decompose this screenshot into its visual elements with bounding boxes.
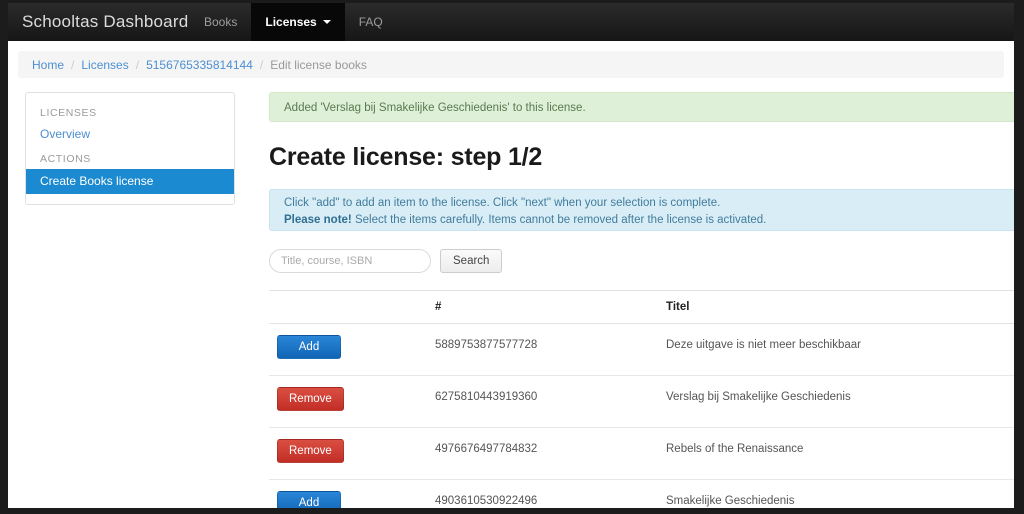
breadcrumb-separator: /	[135, 57, 140, 72]
book-title: Verslag bij Smakelijke Geschiedenis	[666, 391, 851, 403]
add-button[interactable]: Add	[277, 335, 341, 359]
table-row: Remove 6275810443919360 Verslag bij Smakel…	[269, 375, 1014, 428]
book-title: Deze uitgave is niet meer beschikbaar	[666, 339, 861, 351]
success-alert: Added 'Verslag bij Smakelijke Geschieden…	[269, 92, 1014, 122]
nav-item-faq[interactable]: FAQ	[345, 3, 397, 41]
breadcrumb-license-id[interactable]: 5156765335814144	[146, 58, 253, 72]
breadcrumb-home[interactable]: Home	[32, 58, 64, 72]
remove-button[interactable]: Remove	[277, 439, 344, 463]
breadcrumb-licenses[interactable]: Licenses	[81, 58, 128, 72]
sidebar: LICENSES Overview ACTIONS Create Books l…	[25, 92, 235, 205]
search-row: Search	[269, 249, 1014, 273]
success-alert-text: Added 'Verslag bij Smakelijke Geschieden…	[284, 102, 586, 114]
info-alert-line2: Select the items carefully. Items cannot…	[354, 214, 767, 226]
books-table-head: # Titel	[269, 290, 1014, 324]
chevron-down-icon	[322, 20, 331, 24]
breadcrumb-current: Edit license books	[270, 57, 367, 72]
books-table: # Titel Add 5889753877577728 Deze uitgave …	[269, 290, 1014, 508]
books-table-body: Add 5889753877577728 Deze uitgave is niet …	[269, 323, 1014, 508]
column-header-title: Titel	[658, 290, 1014, 324]
add-button[interactable]: Add	[277, 491, 341, 508]
breadcrumb-separator: /	[259, 57, 264, 72]
table-row: Remove 4976676497784832 Rebels of the Rena…	[269, 427, 1014, 480]
cell-action: Remove	[269, 427, 427, 480]
nav-item-books-label: Books	[204, 15, 238, 29]
cell-number: 6275810443919360	[427, 375, 658, 428]
column-header-action	[269, 290, 427, 324]
cell-action: Add	[269, 479, 427, 508]
cell-number: 5889753877577728	[427, 323, 658, 376]
nav-item-faq-label: FAQ	[358, 15, 383, 29]
cell-title: Verslag bij Smakelijke Geschiedenis	[658, 375, 1014, 428]
book-number: 5889753877577728	[435, 339, 538, 351]
breadcrumb-separator: /	[71, 57, 75, 72]
main-content: Added 'Verslag bij Smakelijke Geschieden…	[269, 92, 1014, 508]
nav-item-licenses-label: Licenses	[265, 15, 317, 29]
column-header-number: #	[427, 290, 658, 324]
sidebar-item-create-books-license[interactable]: Create Books license	[26, 169, 234, 194]
nav-item-books[interactable]: Books	[190, 3, 251, 41]
sidebar-section-actions: ACTIONS	[40, 153, 91, 165]
browser-frame: Schooltas Dashboard Books Licenses FAQ H…	[0, 0, 1024, 514]
breadcrumb: Home / Licenses / 5156765335814144 / Edi…	[18, 51, 1004, 78]
table-row: Add 5889753877577728 Deze uitgave is niet …	[269, 323, 1014, 376]
cell-action: Add	[269, 323, 427, 376]
top-navbar: Schooltas Dashboard Books Licenses FAQ	[8, 3, 1014, 41]
cell-number: 4903610530922496	[427, 479, 658, 508]
remove-button[interactable]: Remove	[277, 387, 344, 411]
cell-number: 4976676497784832	[427, 427, 658, 480]
search-input[interactable]	[269, 249, 431, 273]
info-alert: Click "add" to add an item to the licens…	[269, 189, 1014, 231]
book-number: 4903610530922496	[435, 495, 538, 507]
navbar-items: Books Licenses FAQ	[190, 3, 397, 41]
page-title: Create license: step 1/2	[269, 143, 543, 171]
book-number: 4976676497784832	[435, 443, 538, 455]
info-alert-note-label: Please note!	[284, 214, 352, 226]
book-title: Smakelijke Geschiedenis	[666, 495, 795, 507]
book-number: 6275810443919360	[435, 391, 538, 403]
brand-title[interactable]: Schooltas Dashboard	[22, 12, 188, 32]
page-viewport: Schooltas Dashboard Books Licenses FAQ H…	[8, 3, 1014, 508]
cell-title: Deze uitgave is niet meer beschikbaar	[658, 323, 1014, 376]
search-button[interactable]: Search	[440, 249, 503, 273]
info-alert-line2-wrap: Please note! Select the items carefully.…	[284, 212, 1014, 229]
cell-action: Remove	[269, 375, 427, 428]
nav-item-licenses[interactable]: Licenses	[251, 3, 345, 41]
table-row: Add 4903610530922496 Smakelijke Geschieden…	[269, 479, 1014, 508]
table-header-row: # Titel	[269, 290, 1014, 324]
cell-title: Smakelijke Geschiedenis	[658, 479, 1014, 508]
info-alert-line1: Click "add" to add an item to the licens…	[284, 197, 721, 209]
cell-title: Rebels of the Renaissance	[658, 427, 1014, 480]
book-title: Rebels of the Renaissance	[666, 443, 804, 455]
sidebar-section-licenses: LICENSES	[40, 107, 97, 119]
sidebar-item-overview[interactable]: Overview	[26, 123, 234, 147]
